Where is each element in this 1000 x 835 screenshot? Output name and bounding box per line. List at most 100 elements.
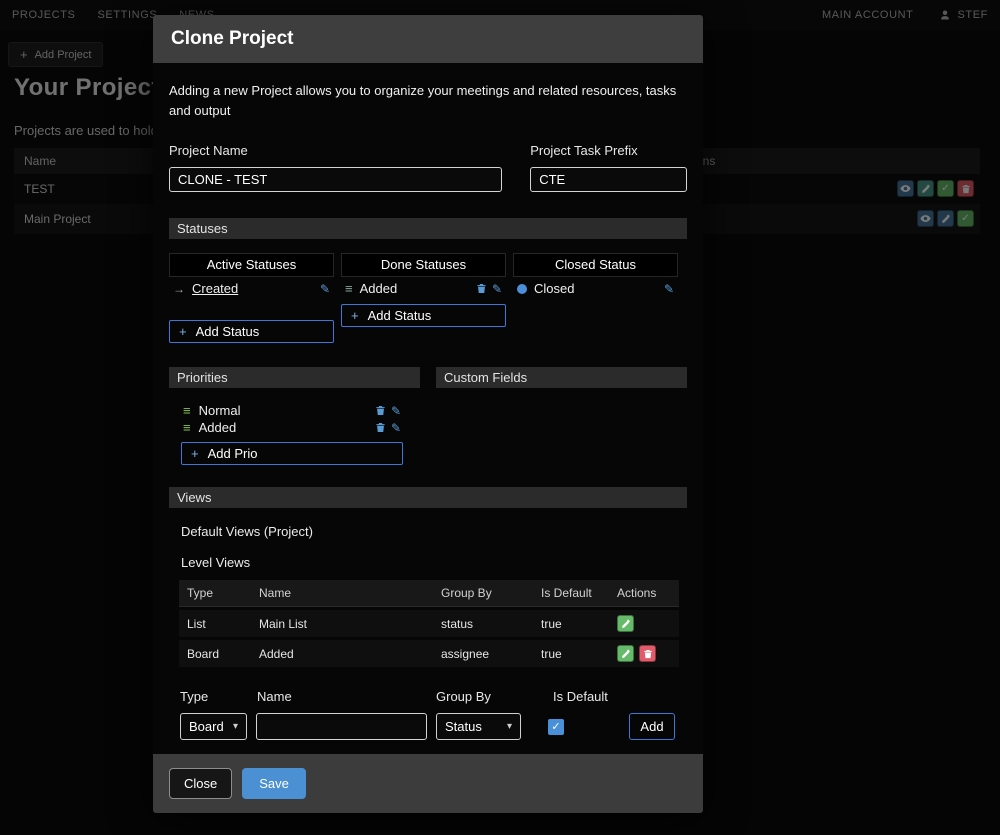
edit-priority-icon[interactable]: ✎: [391, 422, 401, 434]
col-name: Name: [259, 586, 441, 600]
project-name-input[interactable]: [169, 167, 502, 192]
chevron-down-icon: ▾: [233, 721, 238, 732]
drag-handle-icon[interactable]: ≡: [345, 282, 353, 295]
view-name: Added: [259, 647, 441, 661]
plus-icon: +: [191, 447, 199, 460]
views-section-header: Views: [169, 487, 687, 508]
add-prio-label: Add Prio: [208, 446, 258, 461]
priorities-section-header: Priorities: [169, 367, 420, 388]
view-group-by: status: [441, 617, 541, 631]
view-name: Main List: [259, 617, 441, 631]
view-name-input[interactable]: [256, 713, 427, 740]
active-statuses-header: Active Statuses: [169, 253, 334, 277]
add-view-form: Type Name Group By Is Default Board ▾ St…: [180, 689, 687, 740]
app-screen: PROJECTS SETTINGS NEWS MAIN ACCOUNT STEF…: [0, 0, 1000, 835]
view-row: List Main List status true: [179, 610, 679, 637]
chevron-down-icon: ▾: [507, 721, 512, 732]
view-actions: [617, 615, 671, 632]
status-label: Closed: [534, 281, 574, 296]
modal-description: Adding a new Project allows you to organ…: [169, 81, 687, 121]
custom-fields-half: Custom Fields: [436, 367, 687, 465]
view-type: List: [187, 617, 259, 631]
col-group-by: Group By: [441, 586, 541, 600]
project-name-label: Project Name: [169, 143, 502, 158]
plus-icon: +: [351, 309, 359, 322]
priority-item: ≡ Normal ✎: [181, 402, 403, 419]
edit-priority-icon[interactable]: ✎: [391, 405, 401, 417]
edit-status-icon[interactable]: ✎: [492, 283, 502, 295]
status-columns: Active Statuses → Created ✎ + Add Status: [169, 253, 687, 343]
delete-priority-icon[interactable]: [375, 405, 386, 416]
add-view-labels: Type Name Group By Is Default: [180, 689, 687, 704]
save-button[interactable]: Save: [242, 768, 306, 799]
add-status-label: Add Status: [196, 324, 260, 339]
add-active-status-button[interactable]: + Add Status: [169, 320, 334, 343]
view-type-value: Board: [189, 719, 224, 734]
drag-handle-icon[interactable]: ≡: [183, 404, 191, 417]
delete-status-icon[interactable]: [476, 283, 487, 294]
task-prefix-input[interactable]: [530, 167, 687, 192]
done-statuses-column: Done Statuses ≡ Added ✎ + Add Status: [341, 253, 506, 343]
drag-handle-icon[interactable]: ≡: [183, 421, 191, 434]
is-default-label: Is Default: [553, 689, 608, 704]
edit-status-icon[interactable]: ✎: [320, 283, 330, 295]
priorities-customfields-row: Priorities ≡ Normal ✎ ≡ Added: [169, 367, 687, 465]
priorities-list: ≡ Normal ✎ ≡ Added ✎: [169, 402, 403, 465]
custom-fields-section-header: Custom Fields: [436, 367, 687, 388]
view-is-default: true: [541, 617, 617, 631]
col-actions: Actions: [617, 586, 671, 600]
view-is-default: true: [541, 647, 617, 661]
view-type-select[interactable]: Board ▾: [180, 713, 247, 740]
group-by-value: Status: [445, 719, 482, 734]
delete-view-icon[interactable]: [639, 645, 656, 662]
view-actions: [617, 645, 671, 662]
default-views-label: Default Views (Project): [181, 524, 687, 539]
modal-body: Adding a new Project allows you to organ…: [153, 63, 703, 754]
modal-footer: Close Save: [153, 754, 703, 813]
col-type: Type: [187, 586, 259, 600]
is-default-checkbox[interactable]: ✓: [548, 719, 564, 735]
views-table-header: Type Name Group By Is Default Actions: [179, 580, 679, 607]
edit-view-icon[interactable]: [617, 645, 634, 662]
group-by-select[interactable]: Status ▾: [436, 713, 521, 740]
views-table: Type Name Group By Is Default Actions Li…: [179, 580, 679, 667]
view-type: Board: [187, 647, 259, 661]
status-label: Created: [192, 281, 238, 296]
name-label: Name: [257, 689, 436, 704]
col-is-default: Is Default: [541, 586, 617, 600]
closed-status-header: Closed Status: [513, 253, 678, 277]
done-statuses-header: Done Statuses: [341, 253, 506, 277]
statuses-section-header: Statuses: [169, 218, 687, 239]
add-status-label: Add Status: [368, 308, 432, 323]
task-prefix-field: Project Task Prefix: [530, 143, 687, 192]
status-label: Added: [360, 281, 398, 296]
priorities-half: Priorities ≡ Normal ✎ ≡ Added: [169, 367, 420, 465]
active-statuses-column: Active Statuses → Created ✎ + Add Status: [169, 253, 334, 343]
status-item-closed: Closed ✎: [513, 277, 678, 296]
edit-status-icon[interactable]: ✎: [664, 283, 674, 295]
status-dot-icon: [517, 284, 527, 294]
priority-item: ≡ Added ✎: [181, 419, 403, 436]
add-view-button[interactable]: Add: [629, 713, 675, 740]
closed-status-column: Closed Status Closed ✎: [513, 253, 678, 343]
delete-priority-icon[interactable]: [375, 422, 386, 433]
modal-title: Clone Project: [153, 15, 703, 63]
clone-project-modal: Clone Project Adding a new Project allow…: [153, 15, 703, 813]
add-done-status-button[interactable]: + Add Status: [341, 304, 506, 327]
edit-view-icon[interactable]: [617, 615, 634, 632]
project-name-field: Project Name: [169, 143, 502, 192]
plus-icon: +: [179, 325, 187, 338]
name-prefix-row: Project Name Project Task Prefix: [169, 143, 687, 192]
status-item-created: → Created ✎: [169, 277, 334, 296]
priority-label: Normal: [199, 403, 241, 418]
view-row: Board Added assignee true: [179, 640, 679, 667]
add-priority-button[interactable]: + Add Prio: [181, 442, 403, 465]
close-button[interactable]: Close: [169, 768, 232, 799]
priority-label: Added: [199, 420, 237, 435]
check-icon: ✓: [551, 720, 560, 733]
status-item-added: ≡ Added ✎: [341, 277, 506, 296]
view-group-by: assignee: [441, 647, 541, 661]
task-prefix-label: Project Task Prefix: [530, 143, 687, 158]
type-label: Type: [180, 689, 257, 704]
add-view-controls: Board ▾ Status ▾ ✓ Add: [180, 713, 687, 740]
